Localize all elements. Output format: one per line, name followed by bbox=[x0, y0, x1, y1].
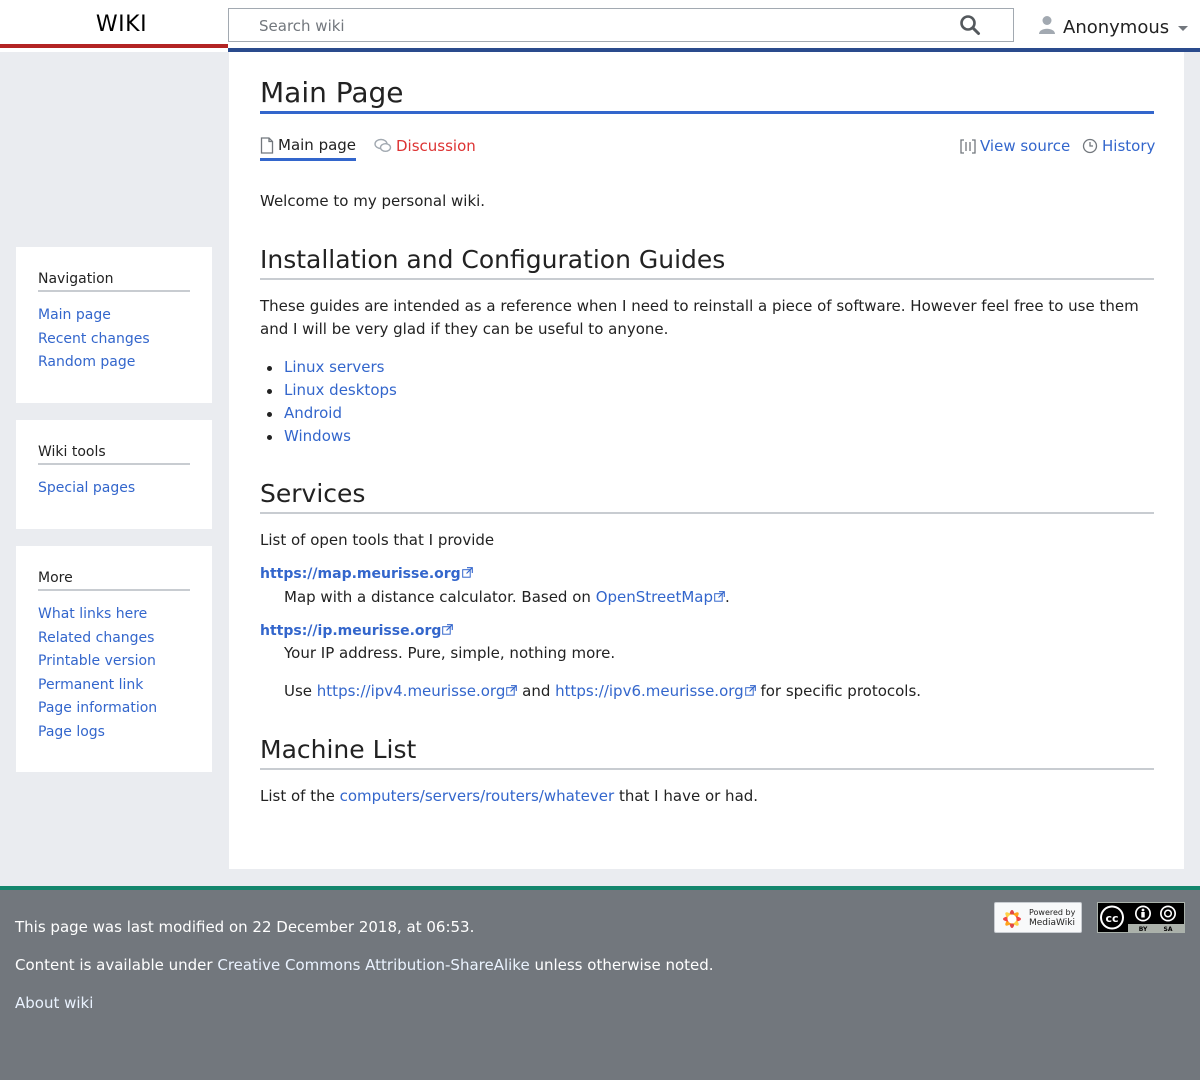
link-about-wiki[interactable]: About wiki bbox=[15, 994, 93, 1012]
mediawiki-logo-icon bbox=[1003, 910, 1021, 928]
search-box bbox=[228, 8, 1014, 42]
footer-license-suffix: unless otherwise noted. bbox=[529, 956, 714, 974]
link-map[interactable]: https://map.meurisse.org bbox=[260, 566, 461, 582]
cc-sa-label: SA bbox=[1164, 926, 1173, 932]
user-menu[interactable]: Anonymous bbox=[1038, 14, 1189, 40]
page-tabs: Main page Discussion View source History bbox=[260, 132, 1155, 162]
list-item: Linux desktops bbox=[267, 379, 397, 402]
footer-last-modified: This page was last modified on 22 Decemb… bbox=[15, 918, 475, 936]
link-ipv4[interactable]: https://ipv4.meurisse.org bbox=[317, 682, 506, 700]
tab-view-source-label: View source bbox=[980, 137, 1071, 155]
link-license[interactable]: Creative Commons Attribution-ShareAlike bbox=[217, 956, 529, 974]
protocols-text-prefix: Use bbox=[284, 682, 317, 700]
sidebar-item-what-links-here[interactable]: What links here bbox=[38, 606, 147, 622]
cc-by-sa-badge[interactable]: cc BY SA bbox=[1097, 902, 1185, 933]
sidebar-more: More What links here Related changes Pri… bbox=[16, 546, 212, 772]
site-logo[interactable]: WIKI bbox=[0, 12, 243, 37]
list-item: Android bbox=[267, 402, 397, 425]
svg-text:cc: cc bbox=[1105, 912, 1118, 925]
cc-by-label: BY bbox=[1139, 926, 1148, 932]
sidebar-item-recent-changes[interactable]: Recent changes bbox=[38, 331, 150, 347]
brackets-icon bbox=[960, 138, 976, 154]
footer: This page was last modified on 22 Decemb… bbox=[0, 886, 1200, 1080]
welcome-text: Welcome to my personal wiki. bbox=[260, 192, 486, 210]
sidebar-item-page-information[interactable]: Page information bbox=[38, 700, 157, 716]
list-item: Windows bbox=[267, 425, 397, 448]
link-linux-desktops[interactable]: Linux desktops bbox=[284, 381, 397, 399]
footer-about: About wiki bbox=[15, 994, 93, 1012]
service-map-description: Map with a distance calculator. Based on… bbox=[284, 586, 730, 609]
page-icon bbox=[260, 136, 274, 154]
search-input[interactable] bbox=[259, 15, 959, 37]
search-icon[interactable] bbox=[959, 14, 983, 38]
link-ipv6[interactable]: https://ipv6.meurisse.org bbox=[555, 682, 744, 700]
map-description-text: Map with a distance calculator. Based on bbox=[284, 588, 596, 606]
cc-by-sa-icon: cc BY SA bbox=[1098, 903, 1184, 933]
heading-services: Services bbox=[260, 478, 1154, 514]
footer-license-prefix: Content is available under bbox=[15, 956, 218, 974]
sidebar-navigation: Navigation Main page Recent changes Rand… bbox=[16, 247, 212, 403]
sidebar-item-page-logs[interactable]: Page logs bbox=[38, 724, 105, 740]
logo-area: WIKI bbox=[0, 0, 228, 48]
map-description-end: . bbox=[725, 588, 730, 606]
tab-discussion[interactable]: Discussion bbox=[374, 132, 476, 160]
powered-by-mediawiki-badge[interactable]: Powered by MediaWiki bbox=[994, 902, 1082, 933]
link-linux-servers[interactable]: Linux servers bbox=[284, 358, 384, 376]
page-title: Main Page bbox=[260, 76, 1154, 114]
external-link-icon bbox=[744, 685, 756, 696]
speech-bubbles-icon bbox=[374, 138, 392, 154]
user-name: Anonymous bbox=[1063, 16, 1170, 38]
header: WIKI Anonymous bbox=[0, 0, 1200, 52]
protocols-text-and: and bbox=[517, 682, 556, 700]
tab-main-page-label: Main page bbox=[278, 136, 357, 154]
sidebar-item-random-page[interactable]: Random page bbox=[38, 354, 135, 370]
service-ip-protocols: Use https://ipv4.meurisse.org and https:… bbox=[284, 680, 921, 703]
clock-icon bbox=[1082, 138, 1098, 154]
tab-history[interactable]: History bbox=[1082, 132, 1155, 160]
service-ip: https://ip.meurisse.org bbox=[260, 621, 454, 641]
guides-list: Linux servers Linux desktops Android Win… bbox=[267, 356, 397, 448]
machine-list-text: List of the computers/servers/routers/wh… bbox=[260, 785, 1154, 808]
tab-view-source[interactable]: View source bbox=[960, 132, 1070, 160]
link-android[interactable]: Android bbox=[284, 404, 342, 422]
chevron-down-icon bbox=[1178, 25, 1189, 31]
sidebar-wiki-tools: Wiki tools Special pages bbox=[16, 420, 212, 529]
tab-main-page[interactable]: Main page bbox=[260, 132, 357, 161]
external-link-icon bbox=[714, 591, 725, 602]
tab-discussion-label: Discussion bbox=[396, 137, 476, 155]
services-intro: List of open tools that I provide bbox=[260, 531, 495, 549]
external-link-icon bbox=[506, 685, 518, 696]
sidebar-heading-more: More bbox=[38, 570, 190, 591]
sidebar-heading-wiki-tools: Wiki tools bbox=[38, 444, 190, 465]
mediawiki-badge-line1: Powered by bbox=[1029, 908, 1076, 917]
main-content: Main Page Main page Discussion View sour… bbox=[229, 52, 1184, 869]
link-ip[interactable]: https://ip.meurisse.org bbox=[260, 623, 441, 639]
sidebar-item-main-page[interactable]: Main page bbox=[38, 307, 111, 323]
header-bar: Anonymous bbox=[228, 0, 1200, 52]
protocols-text-suffix: for specific protocols. bbox=[755, 682, 922, 700]
sidebar-item-printable-version[interactable]: Printable version bbox=[38, 653, 156, 669]
sidebar-item-special-pages[interactable]: Special pages bbox=[38, 480, 135, 496]
external-link-icon bbox=[442, 624, 454, 635]
mediawiki-badge-line2: MediaWiki bbox=[1029, 918, 1075, 928]
sidebar-item-related-changes[interactable]: Related changes bbox=[38, 630, 154, 646]
link-windows[interactable]: Windows bbox=[284, 427, 351, 445]
guides-description: These guides are intended as a reference… bbox=[260, 297, 1139, 338]
machine-list-prefix: List of the bbox=[260, 787, 340, 805]
link-openstreetmap[interactable]: OpenStreetMap bbox=[596, 588, 713, 606]
heading-installation-guides: Installation and Configuration Guides bbox=[260, 244, 1154, 280]
user-icon bbox=[1038, 15, 1056, 40]
sidebar-heading-navigation: Navigation bbox=[38, 271, 190, 292]
sidebar-item-permanent-link[interactable]: Permanent link bbox=[38, 677, 143, 693]
link-machines[interactable]: computers/servers/routers/whatever bbox=[340, 787, 615, 805]
machine-list-suffix: that I have or had. bbox=[614, 787, 759, 805]
tab-history-label: History bbox=[1102, 137, 1156, 155]
service-ip-description: Your IP address. Pure, simple, nothing m… bbox=[284, 644, 616, 662]
footer-license: Content is available under Creative Comm… bbox=[15, 956, 714, 974]
external-link-icon bbox=[461, 567, 473, 578]
service-map: https://map.meurisse.org bbox=[260, 564, 473, 584]
list-item: Linux servers bbox=[267, 356, 397, 379]
heading-machine-list: Machine List bbox=[260, 734, 1154, 770]
